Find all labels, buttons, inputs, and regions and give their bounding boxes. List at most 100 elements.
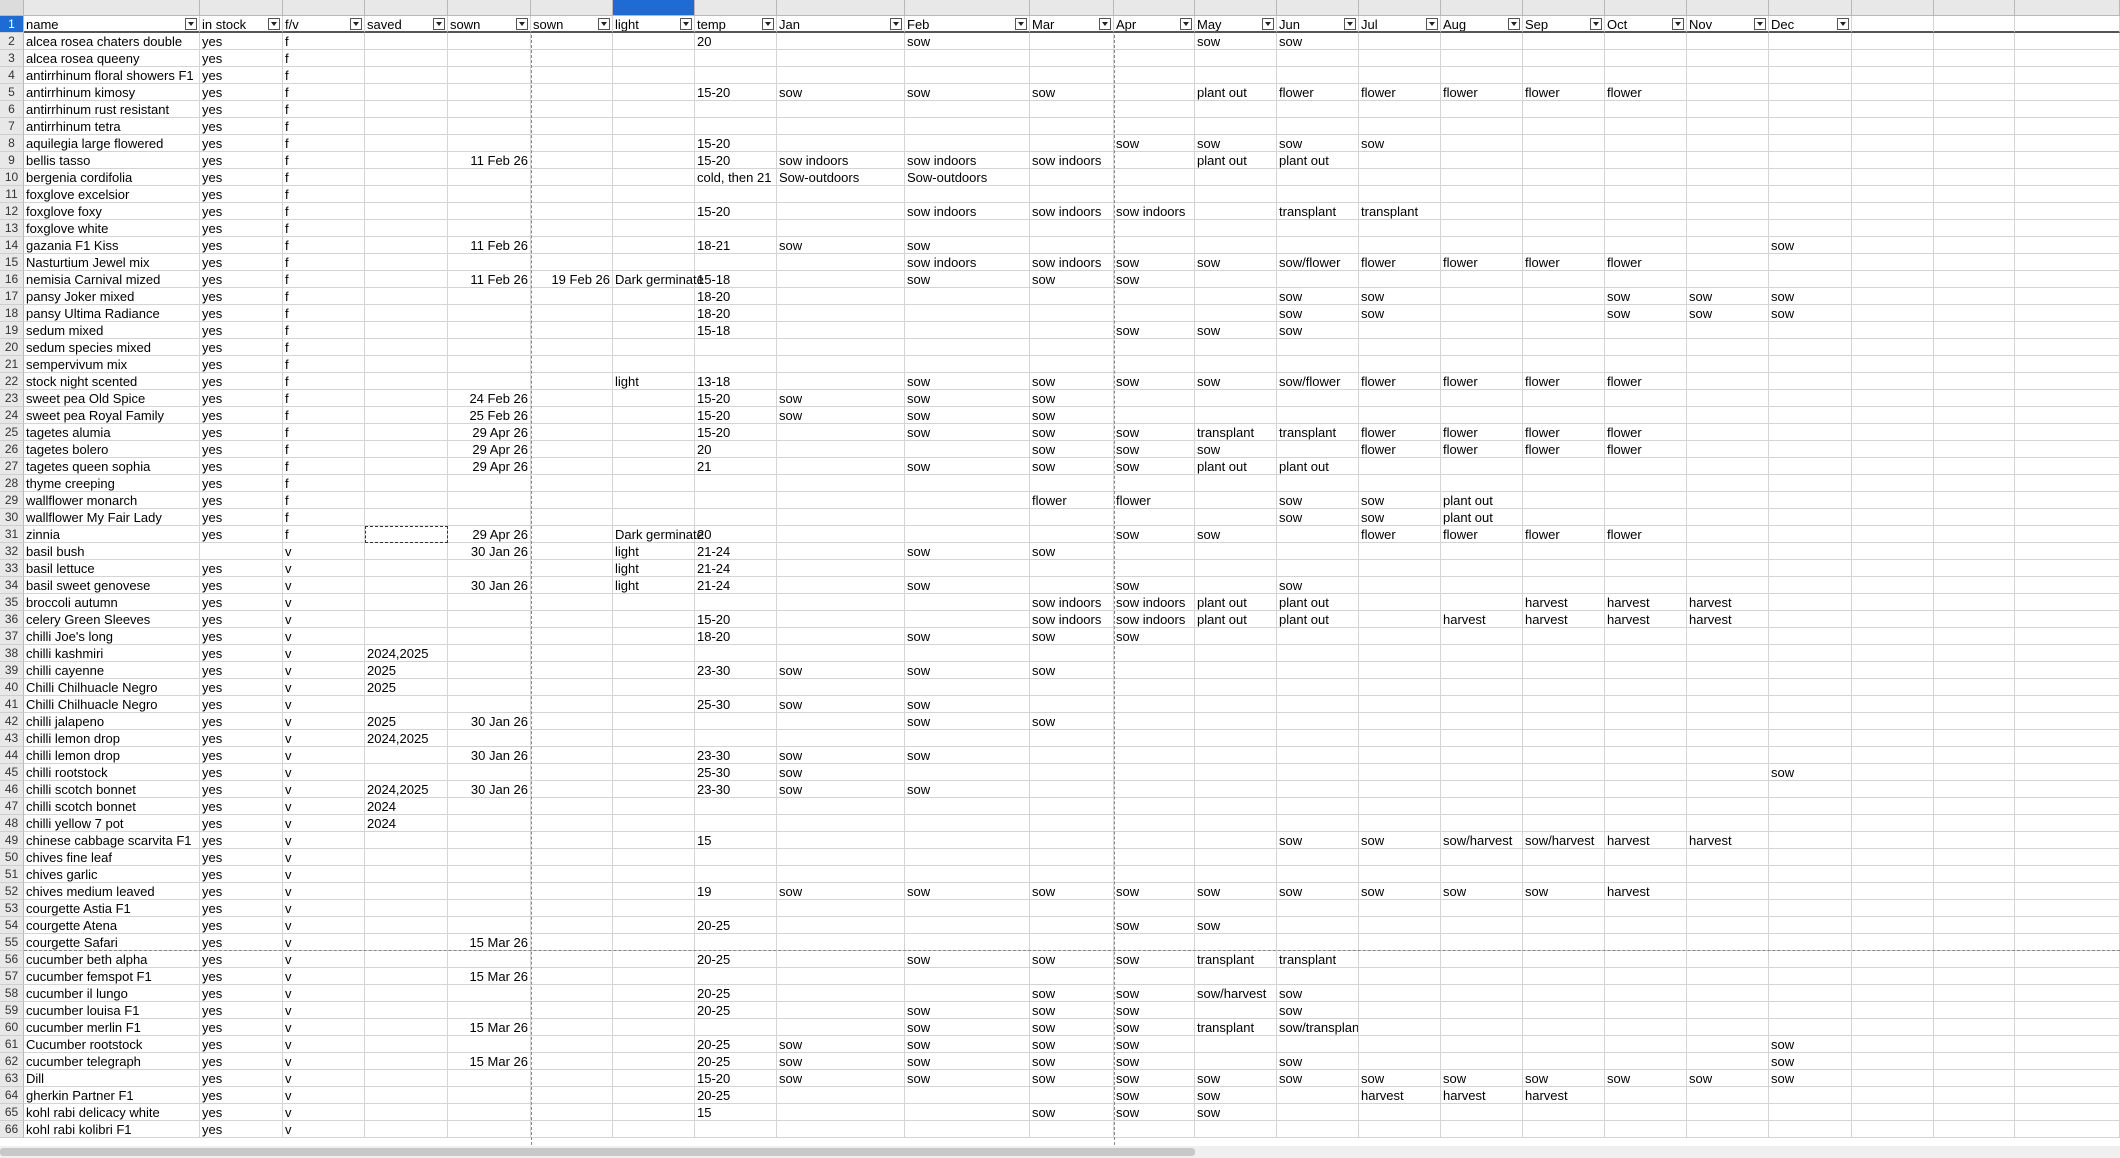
cell-O3[interactable] [1114,50,1195,67]
cell-H9[interactable]: 15-20 [695,152,777,169]
cell-C6[interactable]: f [283,101,365,118]
row-header-23[interactable]: 23 [0,390,24,407]
cell-N26[interactable]: sow [1030,441,1114,458]
cell-O30[interactable] [1114,509,1195,526]
cell-X40[interactable] [1852,679,1934,696]
cell-R18[interactable]: sow [1359,305,1441,322]
cell-M11[interactable] [905,186,1030,203]
cell-P60[interactable]: transplant [1195,1019,1277,1036]
cell-B4[interactable]: yes [200,67,283,84]
cell-P64[interactable]: sow [1195,1087,1277,1104]
cell-M54[interactable] [905,917,1030,934]
cell-R65[interactable] [1359,1104,1441,1121]
cell-Z23[interactable] [2015,390,2120,407]
row-header-5[interactable]: 5 [0,84,24,101]
cell-T21[interactable] [1523,356,1605,373]
cell-B32[interactable] [200,543,283,560]
cell-B37[interactable]: yes [200,628,283,645]
cell-A37[interactable]: chilli Joe's long [24,628,200,645]
cell-U61[interactable] [1605,1036,1687,1053]
cell-C40[interactable]: v [283,679,365,696]
cell-G20[interactable] [613,339,695,356]
cell-W3[interactable] [1769,50,1852,67]
cell-Q66[interactable] [1277,1121,1359,1138]
cell-D52[interactable] [365,883,448,900]
cell-E15[interactable] [448,254,531,271]
cell-Y46[interactable] [1934,781,2015,798]
cell-Z52[interactable] [2015,883,2120,900]
cell-Y15[interactable] [1934,254,2015,271]
cell-L46[interactable]: sow [777,781,905,798]
cell-N23[interactable]: sow [1030,390,1114,407]
cell-H6[interactable] [695,101,777,118]
cell-C31[interactable]: f [283,526,365,543]
cell-A17[interactable]: pansy Joker mixed [24,288,200,305]
row-header-33[interactable]: 33 [0,560,24,577]
cell-X41[interactable] [1852,696,1934,713]
cell-Y47[interactable] [1934,798,2015,815]
cell-T48[interactable] [1523,815,1605,832]
cell-Y50[interactable] [1934,849,2015,866]
cell-G63[interactable] [613,1070,695,1087]
cell-L20[interactable] [777,339,905,356]
cell-V7[interactable] [1687,118,1769,135]
cell-L2[interactable] [777,33,905,50]
cell-S65[interactable] [1441,1104,1523,1121]
cell-X20[interactable] [1852,339,1934,356]
cell-R2[interactable] [1359,33,1441,50]
cell-T50[interactable] [1523,849,1605,866]
cell-Q62[interactable]: sow [1277,1053,1359,1070]
cell-P3[interactable] [1195,50,1277,67]
cell-F50[interactable] [531,849,613,866]
cell-R42[interactable] [1359,713,1441,730]
cell-L5[interactable]: sow [777,84,905,101]
cell-V17[interactable]: sow [1687,288,1769,305]
cell-E37[interactable] [448,628,531,645]
cell-F52[interactable] [531,883,613,900]
cell-Y48[interactable] [1934,815,2015,832]
row-header-13[interactable]: 13 [0,220,24,237]
cell-W2[interactable] [1769,33,1852,50]
cell-W44[interactable] [1769,747,1852,764]
cell-Q27[interactable]: plant out [1277,458,1359,475]
cell-W45[interactable]: sow [1769,764,1852,781]
cell-M8[interactable] [905,135,1030,152]
cell-M23[interactable]: sow [905,390,1030,407]
cell-E8[interactable] [448,135,531,152]
cell-V65[interactable] [1687,1104,1769,1121]
cell-B27[interactable]: yes [200,458,283,475]
cell-B46[interactable]: yes [200,781,283,798]
cell-Z14[interactable] [2015,237,2120,254]
cell-Z11[interactable] [2015,186,2120,203]
cell-L42[interactable] [777,713,905,730]
cell-N20[interactable] [1030,339,1114,356]
cell-P14[interactable] [1195,237,1277,254]
cell-D11[interactable] [365,186,448,203]
header-cell-T[interactable]: Sep [1523,16,1605,33]
cell-X43[interactable] [1852,730,1934,747]
cell-P55[interactable] [1195,934,1277,951]
cell-C27[interactable]: f [283,458,365,475]
cell-D29[interactable] [365,492,448,509]
cell-B50[interactable]: yes [200,849,283,866]
cell-D9[interactable] [365,152,448,169]
cell-O6[interactable] [1114,101,1195,118]
cell-W66[interactable] [1769,1121,1852,1138]
cell-C44[interactable]: v [283,747,365,764]
cell-G28[interactable] [613,475,695,492]
cell-Z39[interactable] [2015,662,2120,679]
cell-P6[interactable] [1195,101,1277,118]
cell-P31[interactable]: sow [1195,526,1277,543]
cell-G12[interactable] [613,203,695,220]
cell-W21[interactable] [1769,356,1852,373]
cell-M64[interactable] [905,1087,1030,1104]
cell-F18[interactable] [531,305,613,322]
cell-P58[interactable]: sow/harvest [1195,985,1277,1002]
autofilter-dropdown-icon[interactable] [1837,18,1849,30]
cell-S27[interactable] [1441,458,1523,475]
cell-N63[interactable]: sow [1030,1070,1114,1087]
cell-V41[interactable] [1687,696,1769,713]
cell-O20[interactable] [1114,339,1195,356]
cell-P61[interactable] [1195,1036,1277,1053]
cell-A22[interactable]: stock night scented [24,373,200,390]
